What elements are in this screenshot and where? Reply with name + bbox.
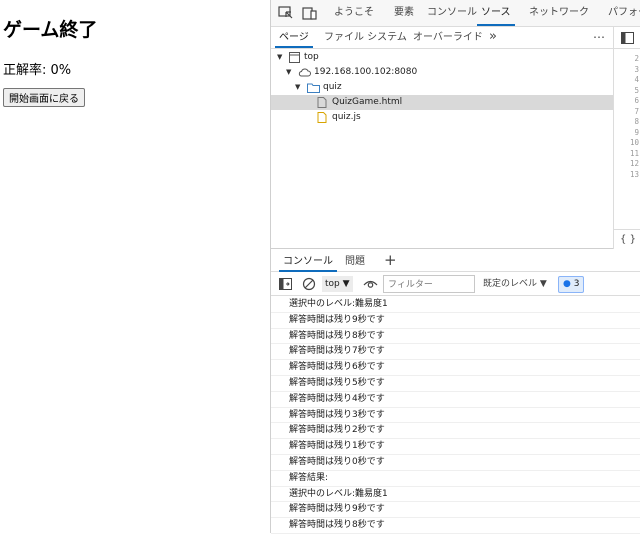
line-number: 13 bbox=[629, 169, 639, 179]
line-number: 7 bbox=[634, 106, 639, 116]
issues-badge[interactable]: ● 3 bbox=[558, 276, 585, 293]
tree-label: top bbox=[304, 52, 319, 62]
tree-label: 192.168.100.102:8080 bbox=[314, 67, 418, 77]
context-selector[interactable]: top ▼ bbox=[322, 276, 353, 292]
console-message: 解答時間は残り9秒です bbox=[271, 313, 640, 329]
tab-sources[interactable]: ソース bbox=[477, 0, 515, 26]
console-drawer: コンソール 問題 + top ▼ 既定のレベル ▼ ● 3 選択中のレベル:難易… bbox=[271, 250, 640, 534]
console-message: 解答結果: bbox=[271, 471, 640, 487]
tree-node-host[interactable]: ▼ 192.168.100.102:8080 bbox=[271, 65, 613, 80]
tree-node-folder[interactable]: ▼ quiz bbox=[271, 80, 613, 95]
score-text: 正解率: 0% bbox=[3, 63, 72, 78]
tab-elements[interactable]: 要素 bbox=[394, 0, 414, 26]
file-tree: ▼ top ▼ 192.168.100.102:8080 ▼ quiz Quiz… bbox=[271, 50, 613, 125]
page-title: ゲーム終了 bbox=[3, 19, 98, 41]
console-message: 解答時間は残り2秒です bbox=[271, 423, 640, 440]
tab-network[interactable]: ネットワーク bbox=[529, 0, 589, 26]
console-filter-input[interactable] bbox=[383, 275, 475, 293]
tree-node-top[interactable]: ▼ top bbox=[271, 50, 613, 65]
log-level-selector[interactable]: 既定のレベル ▼ bbox=[483, 276, 547, 292]
tab-page[interactable]: ページ bbox=[275, 27, 313, 48]
editor-toolbar bbox=[614, 27, 640, 49]
line-number: 11 bbox=[629, 148, 639, 158]
sources-nav-tabs: ページ ファイル システム オーバーライド » ⋯ bbox=[271, 27, 613, 49]
console-message: 解答時間は残り7秒です bbox=[271, 344, 640, 361]
back-to-start-button[interactable]: 開始画面に戻る bbox=[3, 88, 85, 107]
console-message: 選択中のレベル:難易度1 bbox=[271, 487, 640, 503]
tree-label: QuizGame.html bbox=[332, 97, 403, 107]
devtools-top-tabs: ようこそ 要素 コンソール ソース ネットワーク パフォー bbox=[271, 0, 640, 27]
line-number: 5 bbox=[634, 85, 639, 95]
line-number: 3 bbox=[634, 64, 639, 74]
console-message: 解答時間は残り0秒です bbox=[271, 455, 640, 471]
cloud-icon bbox=[298, 68, 311, 77]
console-sidebar-icon[interactable] bbox=[279, 277, 293, 291]
expand-arrow-icon[interactable]: ▼ bbox=[286, 65, 291, 80]
line-number: 8 bbox=[634, 117, 639, 126]
file-icon bbox=[317, 97, 327, 108]
log-level-label: 既定のレベル bbox=[483, 279, 538, 289]
drawer-tabs: コンソール 問題 + bbox=[271, 250, 640, 272]
clear-console-icon[interactable] bbox=[302, 277, 316, 291]
console-message: 解答時間は残り8秒です bbox=[271, 329, 640, 345]
line-number: 6 bbox=[634, 96, 639, 105]
drawer-tab-issues[interactable]: 問題 bbox=[345, 254, 365, 272]
console-message: 解答時間は残り8秒です bbox=[271, 518, 640, 534]
tree-label: quiz.js bbox=[332, 112, 361, 122]
more-options-icon[interactable]: ⋯ bbox=[593, 30, 605, 44]
console-message: 解答時間は残り4秒です bbox=[271, 392, 640, 408]
console-toolbar: top ▼ 既定のレベル ▼ ● 3 bbox=[271, 272, 640, 296]
more-tabs-icon[interactable]: » bbox=[489, 27, 497, 48]
dropdown-arrow-icon: ▼ bbox=[539, 279, 547, 289]
tree-node-file-selected[interactable]: QuizGame.html bbox=[271, 95, 613, 110]
tree-node-file[interactable]: quiz.js bbox=[271, 110, 613, 125]
pretty-print-button[interactable]: { } bbox=[614, 229, 640, 249]
sources-panel: ページ ファイル システム オーバーライド » ⋯ ▼ top ▼ 192.16… bbox=[271, 27, 640, 249]
editor-gutter: 2 3 4 5 6 7 8 9 10 11 12 13 { } bbox=[613, 27, 640, 249]
tab-filesystem[interactable]: ファイル システム bbox=[324, 27, 407, 48]
inspect-icon[interactable] bbox=[278, 6, 294, 20]
device-emulation-icon[interactable] bbox=[302, 6, 318, 20]
tab-welcome[interactable]: ようこそ bbox=[334, 0, 374, 26]
page-viewport: ゲーム終了 正解率: 0% 開始画面に戻る bbox=[0, 0, 270, 533]
drawer-tab-console[interactable]: コンソール bbox=[279, 254, 337, 272]
line-number: 10 bbox=[629, 138, 639, 147]
add-tab-icon[interactable]: + bbox=[384, 251, 397, 269]
line-number: 2 bbox=[634, 54, 639, 63]
expand-arrow-icon[interactable]: ▼ bbox=[295, 80, 300, 95]
tree-label: quiz bbox=[323, 82, 342, 92]
console-message: 解答時間は残り9秒です bbox=[271, 502, 640, 519]
console-message: 解答時間は残り1秒です bbox=[271, 439, 640, 455]
tab-performance[interactable]: パフォー bbox=[608, 0, 640, 26]
tab-overrides[interactable]: オーバーライド bbox=[413, 27, 483, 48]
context-label: top bbox=[325, 279, 340, 289]
console-log: 選択中のレベル:難易度1 解答時間は残り9秒です 解答時間は残り8秒です 解答時… bbox=[271, 297, 640, 534]
console-message: 解答時間は残り6秒です bbox=[271, 360, 640, 376]
tab-console[interactable]: コンソール bbox=[427, 0, 477, 26]
console-message: 解答時間は残り5秒です bbox=[271, 376, 640, 392]
js-file-icon bbox=[317, 112, 327, 123]
line-number: 4 bbox=[634, 75, 639, 84]
toggle-sidebar-icon[interactable] bbox=[621, 32, 634, 44]
devtools-panel: ようこそ 要素 コンソール ソース ネットワーク パフォー ページ ファイル シ… bbox=[270, 0, 640, 534]
issue-count: 3 bbox=[573, 279, 580, 289]
dropdown-arrow-icon: ▼ bbox=[342, 279, 350, 289]
issue-icon: ● bbox=[563, 279, 571, 289]
expand-arrow-icon[interactable]: ▼ bbox=[277, 50, 282, 65]
line-number: 12 bbox=[629, 159, 639, 168]
folder-icon bbox=[307, 83, 320, 93]
frame-icon bbox=[289, 52, 300, 63]
live-expression-icon[interactable] bbox=[363, 277, 378, 291]
console-message: 解答時間は残り3秒です bbox=[271, 408, 640, 424]
line-number: 9 bbox=[634, 127, 639, 137]
console-message: 選択中のレベル:難易度1 bbox=[271, 297, 640, 313]
